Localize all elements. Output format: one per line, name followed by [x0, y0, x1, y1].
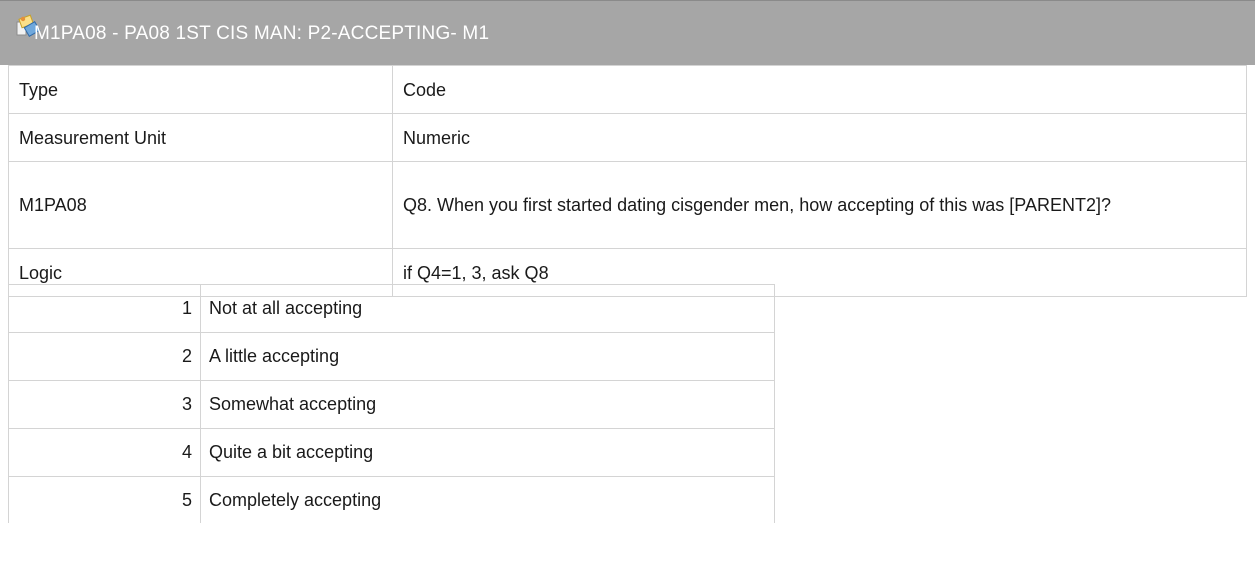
property-value: Numeric — [392, 113, 1247, 162]
property-label: Type — [8, 65, 393, 114]
code-value: 5 — [8, 476, 201, 523]
response-codes-table: 1 Not at all accepting 2 A little accept… — [8, 284, 775, 523]
property-label: Measurement Unit — [8, 113, 393, 162]
property-label: M1PA08 — [8, 161, 393, 249]
code-label: Quite a bit accepting — [200, 428, 775, 477]
variable-title: M1PA08 - PA08 1ST CIS MAN: P2-ACCEPTING-… — [34, 23, 490, 44]
properties-table: Type Code Measurement Unit Numeric M1PA0… — [8, 65, 1247, 297]
code-label: Completely accepting — [200, 476, 775, 523]
code-label: Somewhat accepting — [200, 380, 775, 429]
code-value: 4 — [8, 428, 201, 477]
property-row-measurement-unit: Measurement Unit Numeric — [8, 113, 1247, 162]
code-row: 2 A little accepting — [8, 332, 775, 381]
code-row: 1 Not at all accepting — [8, 284, 775, 333]
code-row: 3 Somewhat accepting — [8, 380, 775, 429]
code-value: 3 — [8, 380, 201, 429]
code-value: 1 — [8, 284, 201, 333]
code-value: 2 — [8, 332, 201, 381]
variable-header: M1PA08 - PA08 1ST CIS MAN: P2-ACCEPTING-… — [0, 0, 1255, 65]
code-row: 4 Quite a bit accepting — [8, 428, 775, 477]
question-text: Q8. When you first started dating cisgen… — [392, 161, 1247, 249]
code-label: Not at all accepting — [200, 284, 775, 333]
code-row: 5 Completely accepting — [8, 476, 775, 523]
property-row-type: Type Code — [8, 65, 1247, 114]
property-row-question: M1PA08 Q8. When you first started dating… — [8, 161, 1247, 249]
property-value: Code — [392, 65, 1247, 114]
code-label: A little accepting — [200, 332, 775, 381]
